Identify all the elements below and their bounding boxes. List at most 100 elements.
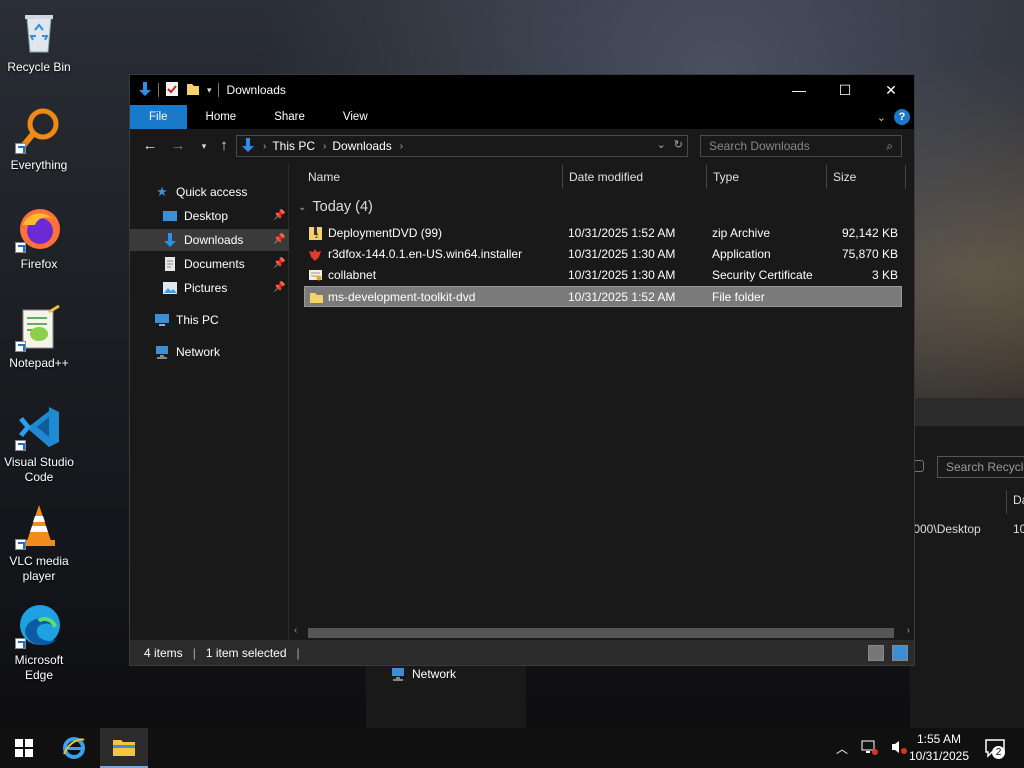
address-dropdown-icon[interactable]: ⌄ — [657, 138, 666, 151]
start-button[interactable] — [0, 728, 48, 768]
tab-view[interactable]: View — [324, 105, 387, 129]
nav-documents[interactable]: Documents 📌 — [130, 253, 289, 275]
clock-time: 1:55 AM — [916, 732, 962, 746]
ribbon-tabs: File Home Share View ⌄ ? — [130, 105, 914, 129]
expand-ribbon-icon[interactable]: ⌄ — [877, 111, 886, 124]
nav-quick-access[interactable]: ★ Quick access — [130, 181, 289, 203]
background-column-header[interactable]: Da — [1006, 490, 1024, 514]
nav-downloads[interactable]: Downloads 📌 — [130, 229, 289, 251]
desktop-icon-label: Notepad++ — [9, 356, 69, 370]
desktop-icon-firefox[interactable]: Firefox — [0, 205, 78, 272]
maximize-button[interactable]: ☐ — [822, 75, 868, 105]
breadcrumb-downloads[interactable]: Downloads — [332, 139, 391, 153]
desktop-icon-label: Everything — [10, 158, 68, 172]
taskbar-clock[interactable]: 1:55 AM 10/31/2025 — [900, 731, 978, 765]
tab-share[interactable]: Share — [255, 105, 324, 129]
details-view-button[interactable] — [868, 645, 884, 661]
large-icons-view-button[interactable] — [892, 645, 908, 661]
desktop-icon-label: Recycle Bin — [7, 60, 71, 74]
file-name: DeploymentDVD (99) — [328, 226, 443, 240]
refresh-icon[interactable]: ↻ — [674, 138, 683, 151]
scrollbar-thumb[interactable] — [308, 628, 894, 638]
chevron-right-icon[interactable]: › — [323, 141, 326, 152]
column-header-size[interactable]: Size — [825, 163, 905, 191]
nav-label: Documents — [184, 257, 245, 271]
show-hidden-icons-icon[interactable]: ︿ — [836, 740, 848, 757]
background-explorer-window[interactable]: Search Recycle Bin Da .000\Desktop 10 — [910, 398, 1024, 728]
tab-home[interactable]: Home — [187, 105, 256, 129]
horizontal-scrollbar[interactable]: ‹ › — [290, 624, 914, 640]
down-arrow-icon — [138, 81, 152, 100]
nav-label: This PC — [176, 313, 219, 327]
separator — [158, 83, 159, 97]
nav-this-pc[interactable]: This PC — [130, 309, 289, 331]
file-row[interactable]: Z DeploymentDVD (99) 10/31/2025 1:52 AM … — [304, 223, 902, 244]
action-center-button[interactable]: 2 — [984, 728, 1006, 768]
close-button[interactable]: ✕ — [868, 75, 914, 105]
everything-icon — [15, 106, 63, 154]
search-icon[interactable]: ⌕ — [886, 139, 893, 154]
r3dfox-application-icon — [308, 247, 323, 262]
file-size: 92,142 KB — [841, 226, 898, 240]
back-button[interactable]: ← — [140, 137, 160, 155]
internet-explorer-icon — [63, 737, 85, 759]
file-row[interactable]: collabnet 10/31/2025 1:30 AM Security Ce… — [304, 265, 902, 286]
status-bar: 4 items | 1 item selected | — [130, 640, 914, 665]
file-name: r3dfox-144.0.1.en-US.win64.installer — [328, 247, 523, 261]
nav-network[interactable]: Network — [130, 341, 289, 363]
properties-icon[interactable] — [165, 81, 179, 100]
network-status-icon[interactable] — [860, 739, 879, 758]
background-nav-network-label: Network — [412, 667, 457, 681]
forward-button[interactable]: → — [168, 137, 188, 155]
zip-archive-icon: Z — [308, 226, 323, 241]
nav-pictures[interactable]: Pictures 📌 — [130, 277, 289, 299]
customize-toolbar-icon[interactable]: ▾ — [207, 85, 212, 96]
up-button[interactable]: ↑ — [214, 137, 234, 155]
tab-file[interactable]: File — [130, 105, 187, 129]
nav-label: Quick access — [176, 185, 248, 199]
pin-icon[interactable]: 📌 — [273, 282, 285, 294]
chevron-right-icon[interactable]: › — [400, 141, 403, 152]
desktop-icon-everything[interactable]: Everything — [0, 106, 78, 173]
nav-desktop[interactable]: Desktop 📌 — [130, 205, 289, 227]
pin-icon[interactable]: 📌 — [273, 234, 285, 246]
taskbar-internet-explorer[interactable] — [50, 728, 98, 768]
pin-icon[interactable]: 📌 — [273, 210, 285, 222]
chevron-right-icon[interactable]: › — [263, 141, 266, 152]
address-bar[interactable]: › This PC › Downloads › ⌄ ↻ — [236, 135, 688, 157]
background-search-input[interactable]: Search Recycle Bin — [937, 456, 1024, 478]
new-folder-icon[interactable] — [185, 81, 201, 100]
selection-count: 1 item selected — [205, 645, 287, 660]
scroll-left-icon[interactable]: ‹ — [294, 625, 297, 636]
desktop-icon-vlc[interactable]: VLC media player — [0, 502, 78, 584]
title-bar[interactable]: ▾ Downloads — ☐ ✕ — [130, 75, 914, 105]
file-row-selected[interactable]: ms-development-toolkit-dvd 10/31/2025 1:… — [304, 286, 902, 307]
search-placeholder: Search Downloads — [709, 139, 810, 153]
file-explorer-icon — [113, 740, 135, 756]
column-separator[interactable] — [905, 165, 906, 189]
folder-icon — [309, 290, 324, 305]
column-header-type[interactable]: Type — [705, 163, 825, 191]
column-header-date[interactable]: Date modified — [561, 163, 705, 191]
recent-locations-button[interactable]: ▾ — [194, 137, 214, 155]
taskbar-file-explorer[interactable] — [100, 728, 148, 768]
file-row[interactable]: r3dfox-144.0.1.en-US.win64.installer 10/… — [304, 244, 902, 265]
desktop-icon-notepad-plus-plus[interactable]: Notepad++ — [0, 304, 78, 371]
pin-icon[interactable]: 📌 — [273, 258, 285, 270]
desktop-icon-label: Firefox — [20, 257, 58, 271]
group-header-today[interactable]: ⌄ Today (4) — [298, 199, 373, 215]
recycle-bin-icon — [15, 8, 63, 56]
scroll-right-icon[interactable]: › — [907, 625, 910, 636]
help-icon[interactable]: ? — [894, 109, 910, 125]
search-input[interactable]: Search Downloads ⌕ — [700, 135, 902, 157]
minimize-button[interactable]: — — [776, 75, 822, 105]
certificate-icon — [308, 268, 323, 283]
desktop-icon-edge[interactable]: Microsoft Edge — [0, 601, 78, 683]
column-header-name[interactable]: Name — [300, 163, 562, 191]
breadcrumb-this-pc[interactable]: This PC — [272, 139, 315, 153]
quick-access-toolbar: ▾ — [130, 75, 219, 105]
background-nav-network[interactable]: Network — [390, 666, 456, 682]
desktop-icon-recycle-bin[interactable]: Recycle Bin — [0, 8, 78, 75]
file-type: zip Archive — [712, 226, 771, 240]
desktop-icon-vscode[interactable]: Visual Studio Code — [0, 403, 78, 485]
